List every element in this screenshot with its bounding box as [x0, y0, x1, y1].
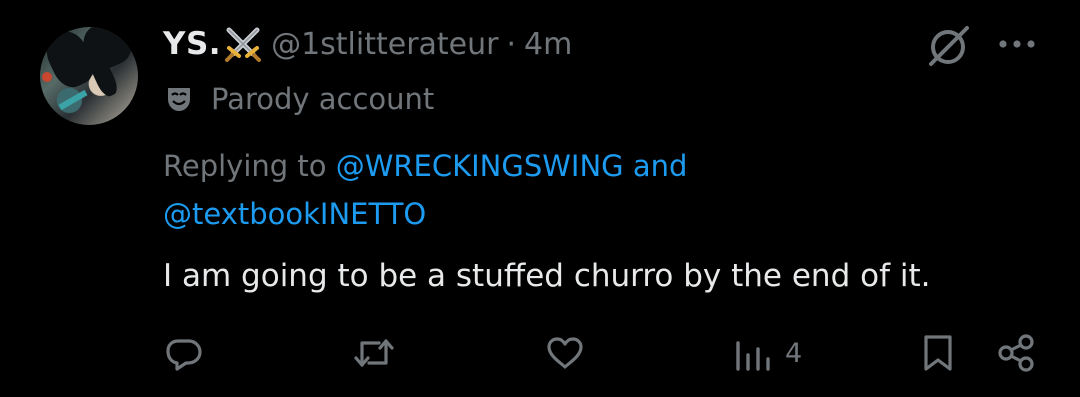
- avatar[interactable]: [40, 27, 138, 125]
- reply-icon: [166, 339, 202, 371]
- more-options-icon[interactable]: [998, 38, 1036, 50]
- share-icon: [998, 334, 1034, 372]
- replying-to-prefix: Replying to: [163, 149, 327, 183]
- theater-mask-icon: [168, 88, 190, 111]
- timestamp[interactable]: 4m: [524, 27, 572, 62]
- retweet-icon: [354, 339, 394, 367]
- views-icon: [736, 341, 770, 371]
- share-button[interactable]: [997, 333, 1035, 373]
- parody-account-label: Parody account: [211, 82, 435, 116]
- author-name[interactable]: YS.: [163, 26, 221, 62]
- replying-to-joiner: and: [632, 149, 688, 183]
- retweet-button[interactable]: [352, 333, 396, 373]
- reply-button[interactable]: [164, 333, 204, 373]
- replying-to: Replying to @WRECKINGSWING and @textbook…: [163, 142, 1043, 238]
- like-button[interactable]: [545, 333, 585, 373]
- parody-label: Parody account: [165, 82, 434, 116]
- tweet-text: I am going to be a stuffed churro by the…: [163, 258, 931, 294]
- bookmark-icon: [924, 335, 952, 371]
- bookmark-button[interactable]: [920, 333, 956, 373]
- like-icon: [547, 337, 583, 369]
- grok-icon[interactable]: [925, 22, 973, 70]
- mention-link[interactable]: @WRECKINGSWING: [336, 149, 624, 183]
- separator-dot: ·: [506, 26, 517, 62]
- tweet-header: YS. @1stlitterateur · 4m: [163, 24, 572, 64]
- author-handle[interactable]: @1stlitterateur: [271, 27, 498, 62]
- views-button[interactable]: 4: [735, 333, 802, 373]
- crossed-swords-icon: [225, 27, 262, 62]
- views-count: 4: [785, 337, 803, 369]
- mention-link[interactable]: @textbookINETTO: [163, 197, 426, 231]
